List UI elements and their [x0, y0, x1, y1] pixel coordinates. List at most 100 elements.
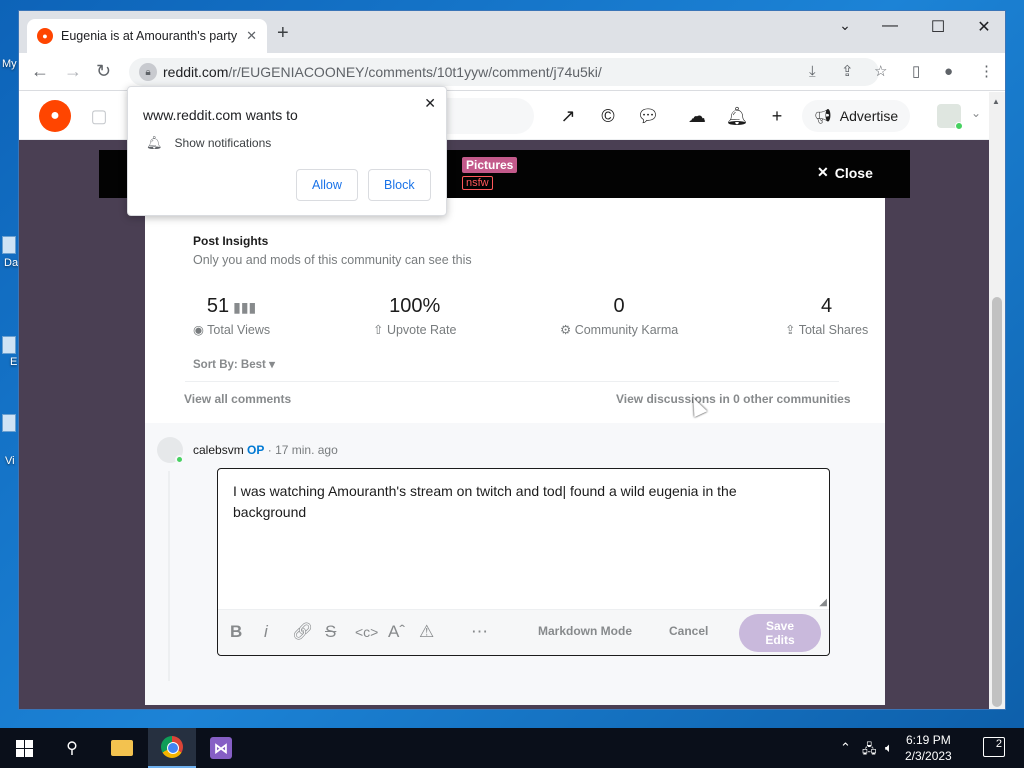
notification-permission-popup: www.reddit.com wants to ✕ 🔔︎ Show notifi…	[127, 86, 447, 216]
tab-search-icon[interactable]: ⌄	[830, 17, 860, 34]
popular-icon[interactable]: ↗	[556, 104, 580, 128]
permission-row: 🔔︎ Show notifications	[146, 135, 271, 151]
back-arrow-icon[interactable]: ←	[31, 61, 49, 81]
reddit-favicon-icon: ●	[37, 28, 53, 44]
reload-icon[interactable]: ↻	[96, 61, 111, 81]
scroll-up-icon[interactable]: ▲	[992, 97, 1000, 106]
share-icon[interactable]: ⇪	[841, 63, 854, 81]
desktop-icon-label[interactable]: Vi	[5, 455, 15, 467]
maximize-button[interactable]: ☐	[923, 17, 953, 37]
stat-label: Total Views	[207, 323, 271, 337]
coins-icon[interactable]: ©	[596, 104, 620, 128]
sort-label: Sort By: Best	[193, 359, 266, 371]
reddit-logo-icon[interactable]: ●	[39, 100, 71, 132]
save-label-line1: Save	[765, 619, 795, 633]
file-explorer-icon[interactable]	[98, 728, 146, 768]
block-button[interactable]: Block	[368, 169, 431, 201]
scroll-thumb[interactable]	[992, 297, 1002, 707]
advertise-button[interactable]: 📢︎ Advertise	[802, 100, 911, 132]
visual-studio-icon[interactable]: ⋈	[197, 728, 245, 768]
close-button[interactable]: ✕ Close	[817, 164, 873, 181]
italic-icon[interactable]: i	[264, 622, 268, 642]
op-badge: OP	[247, 443, 265, 457]
address-bar[interactable]: 🔒︎ reddit.com/r/EUGENIACOONEY/comments/1…	[129, 58, 879, 86]
link-icon[interactable]: 🔗︎	[292, 622, 314, 642]
side-panel-icon[interactable]: ▯	[912, 63, 920, 81]
stat-label: Upvote Rate	[386, 323, 457, 337]
chat-icon[interactable]: ☁	[685, 104, 709, 128]
upvote-icon: ⇧	[373, 323, 387, 337]
comment-author[interactable]: calebsvm	[193, 443, 244, 457]
insights-subtitle: Only you and mods of this community can …	[193, 253, 472, 267]
strikethrough-icon[interactable]: S	[325, 622, 336, 642]
page-scrollbar[interactable]: ▲	[989, 92, 1005, 709]
desktop-file-icon[interactable]	[2, 336, 16, 354]
browser-tab[interactable]: ● Eugenia is at Amouranth's party ✕	[27, 19, 267, 53]
desktop-icon-label[interactable]: E	[10, 356, 17, 368]
comment-textarea[interactable]: I was watching Amouranth's stream on twi…	[233, 481, 803, 523]
allow-button[interactable]: Allow	[296, 169, 358, 201]
install-icon[interactable]: ⤓	[809, 63, 816, 81]
inline-code-icon[interactable]: <c>	[355, 622, 378, 642]
superscript-icon[interactable]: Aˆ	[388, 622, 405, 642]
comment-time[interactable]: 17 min. ago	[275, 443, 338, 457]
bookmark-star-icon[interactable]: ☆	[874, 63, 887, 81]
save-edits-button[interactable]: Save Edits	[739, 614, 821, 652]
chevron-down-icon[interactable]: ⌄	[971, 106, 981, 120]
action-center-icon[interactable]: 2	[983, 737, 1005, 757]
chrome-icon[interactable]	[148, 728, 196, 768]
desktop-icon-label[interactable]: My	[2, 58, 17, 70]
tab-title: Eugenia is at Amouranth's party	[61, 29, 238, 43]
forward-arrow-icon[interactable]: →	[64, 61, 82, 81]
permission-label: Show notifications	[174, 136, 272, 150]
volume-icon[interactable]: 🔈︎	[885, 740, 893, 756]
cancel-button[interactable]: Cancel	[669, 624, 708, 638]
profile-icon[interactable]: ●	[944, 63, 953, 81]
desktop-icon-label[interactable]: Da	[4, 257, 18, 269]
system-clock[interactable]: 6:19 PM 2/3/2023	[905, 732, 952, 764]
stat-label: Total Shares	[798, 323, 869, 337]
stat-community-karma: 0 ⚙ Community Karma	[560, 295, 678, 337]
close-label: Close	[834, 164, 873, 181]
markdown-mode-button[interactable]: Markdown Mode	[538, 624, 632, 638]
talk-icon[interactable]: 💬︎	[636, 104, 660, 128]
close-icon[interactable]: ✕	[424, 95, 436, 112]
stat-value: 4	[821, 295, 833, 317]
view-all-comments-link[interactable]: View all comments	[184, 392, 291, 406]
bell-icon[interactable]: 🔔︎	[725, 104, 749, 128]
windows-logo-icon	[15, 739, 33, 757]
menu-kebab-icon[interactable]: ⋮	[979, 63, 994, 81]
comment-avatar[interactable]	[157, 437, 184, 464]
search-icon[interactable]: ⚲	[48, 728, 96, 768]
close-icon: ✕	[817, 164, 829, 180]
close-window-button[interactable]: ✕	[969, 17, 999, 37]
thread-line[interactable]	[168, 471, 170, 681]
network-icon[interactable]: 🖧︎	[862, 740, 877, 762]
view-discussions-link[interactable]: View discussions in 0 other communities	[616, 392, 851, 406]
divider	[185, 381, 839, 382]
chevron-up-icon[interactable]: ⌃	[840, 740, 851, 756]
user-avatar[interactable]	[937, 104, 963, 130]
desktop-file-icon[interactable]	[2, 236, 16, 254]
community-icon[interactable]: ▢	[87, 104, 111, 128]
new-tab-button[interactable]: +	[277, 23, 289, 43]
stat-value: 0	[613, 295, 625, 317]
create-post-icon[interactable]: +	[765, 104, 789, 128]
desktop-file-icon[interactable]	[2, 414, 16, 432]
more-options-icon[interactable]: ⋯	[471, 622, 488, 642]
comment-editor[interactable]: I was watching Amouranth's stream on twi…	[217, 468, 830, 656]
flair-badge[interactable]: Pictures	[462, 157, 518, 173]
spoiler-icon[interactable]: ⚠	[419, 622, 434, 642]
minimize-button[interactable]: —	[875, 17, 905, 35]
eye-icon: ◉	[193, 323, 208, 337]
sort-dropdown[interactable]: Sort By: Best ▾	[193, 357, 275, 371]
start-button[interactable]	[0, 728, 48, 768]
bold-icon[interactable]: B	[230, 622, 242, 642]
clock-time: 6:19 PM	[906, 733, 951, 747]
resize-handle-icon[interactable]: ◢	[819, 597, 827, 608]
bar-chart-icon[interactable]: ▮▮▮	[233, 299, 256, 315]
lock-icon[interactable]: 🔒︎	[139, 63, 157, 81]
taskbar: ⚲ ⋈ ⌃ 🖧︎ 🔈︎ 6:19 PM 2/3/2023 2	[0, 728, 1024, 768]
tab-close-icon[interactable]: ✕	[246, 28, 257, 44]
post-content: Post Insights Only you and mods of this …	[145, 198, 885, 705]
